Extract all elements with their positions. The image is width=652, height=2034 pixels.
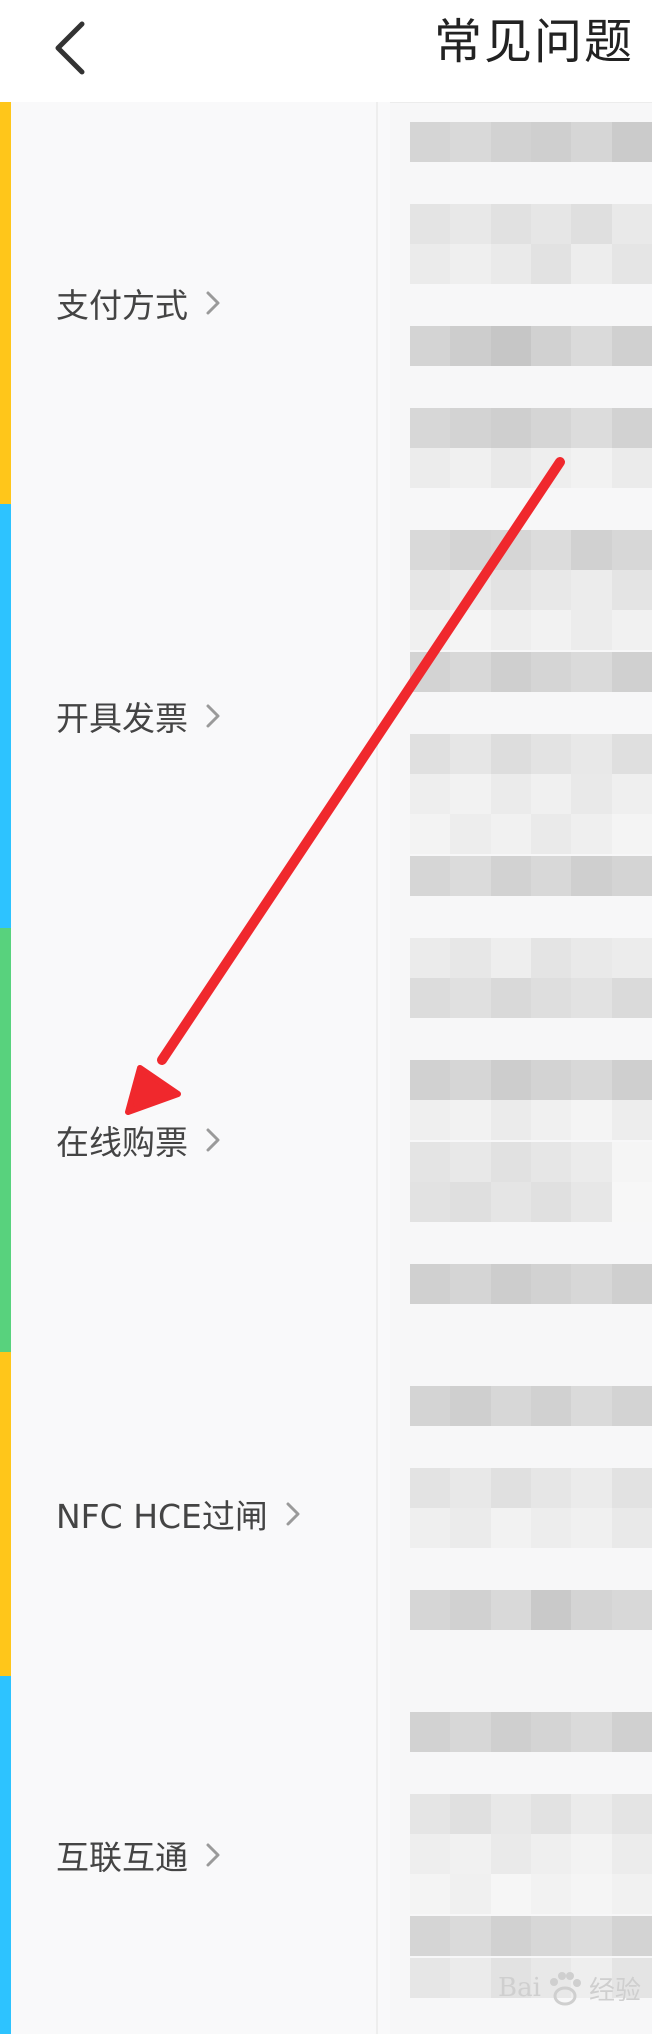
- page-title: 常见问题: [433, 14, 634, 70]
- category-label: NFC HCE过闸: [56, 1497, 268, 1536]
- category-nfc-hce-gate[interactable]: NFC HCE过闸: [0, 1352, 390, 1677]
- back-button[interactable]: [48, 12, 98, 78]
- panel-divider: [376, 102, 378, 2034]
- category-color-stripe: [0, 504, 11, 928]
- question-list-blurred: [410, 102, 652, 2034]
- category-invoice[interactable]: 开具发票: [0, 504, 390, 929]
- chevron-right-icon: [206, 1128, 220, 1152]
- category-online-ticket[interactable]: 在线购票: [0, 928, 390, 1353]
- chevron-right-icon: [206, 1843, 220, 1867]
- category-label: 开具发票: [56, 699, 188, 738]
- chevron-left-icon: [55, 21, 85, 75]
- category-label: 支付方式: [56, 286, 188, 325]
- chevron-right-icon: [286, 1502, 300, 1526]
- category-payment-method[interactable]: 支付方式: [0, 102, 390, 505]
- baidu-paw-icon: [549, 1972, 581, 2006]
- category-label: 互联互通: [56, 1838, 188, 1877]
- watermark-text-right: 经验: [588, 1975, 641, 2006]
- baidu-watermark: Bai 经验: [498, 1968, 641, 2008]
- category-color-stripe: [0, 102, 11, 504]
- chevron-right-icon: [206, 704, 220, 728]
- header: 常见问题: [0, 0, 652, 103]
- watermark-text-left: Bai: [498, 1973, 541, 2003]
- category-color-stripe: [0, 1676, 11, 2034]
- category-label: 在线购票: [56, 1123, 188, 1162]
- category-color-stripe: [0, 1352, 11, 1676]
- chevron-right-icon: [206, 291, 220, 315]
- category-color-stripe: [0, 928, 11, 1352]
- category-interconnection[interactable]: 互联互通: [0, 1676, 390, 2034]
